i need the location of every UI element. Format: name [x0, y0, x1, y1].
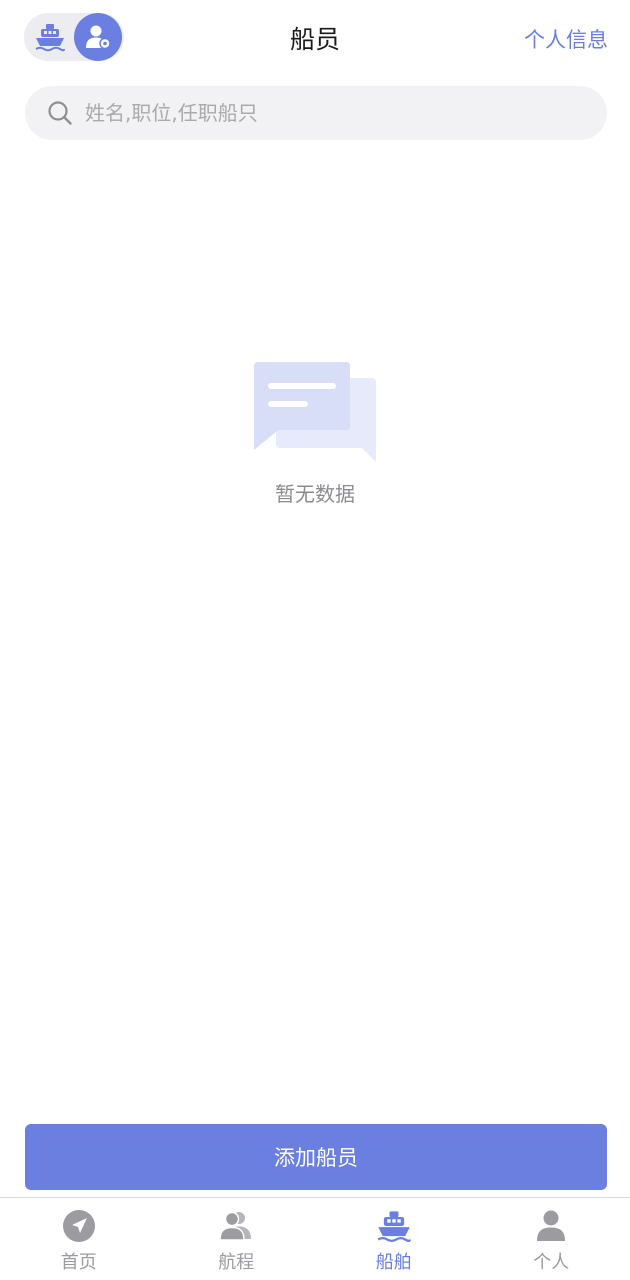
chat-bubbles-icon: [254, 362, 376, 462]
users-icon: [219, 1211, 252, 1241]
toggle-crew-option[interactable]: [74, 13, 122, 61]
empty-state-text: 暂无数据: [275, 482, 355, 506]
tab-profile[interactable]: 个人: [473, 1198, 630, 1280]
add-crew-button[interactable]: 添加船员: [25, 1124, 607, 1190]
tab-voyage-label: 航程: [218, 1252, 255, 1273]
ship-icon: [35, 24, 65, 52]
search-input[interactable]: [85, 101, 565, 125]
bottom-tab-bar: 首页 航程 船舶 个人: [0, 1197, 630, 1280]
tab-ships-label: 船舶: [375, 1252, 412, 1273]
empty-state: 暂无数据: [0, 356, 630, 507]
person-icon: [537, 1210, 566, 1241]
top-header: 船员 个人信息: [0, 0, 630, 78]
tab-profile-label: 个人: [533, 1252, 570, 1273]
tab-home-label: 首页: [60, 1252, 97, 1273]
crew-manager-icon: [86, 25, 111, 50]
view-toggle: [24, 13, 124, 61]
search-bar[interactable]: [25, 86, 607, 140]
search-icon: [48, 101, 72, 125]
tab-voyage[interactable]: 航程: [158, 1198, 316, 1280]
tab-home[interactable]: 首页: [0, 1198, 158, 1280]
navigation-icon: [62, 1210, 95, 1242]
tab-ships[interactable]: 船舶: [315, 1198, 473, 1280]
profile-info-link[interactable]: 个人信息: [524, 24, 608, 54]
toggle-ship-option[interactable]: [26, 13, 74, 61]
ship-icon: [377, 1211, 411, 1243]
